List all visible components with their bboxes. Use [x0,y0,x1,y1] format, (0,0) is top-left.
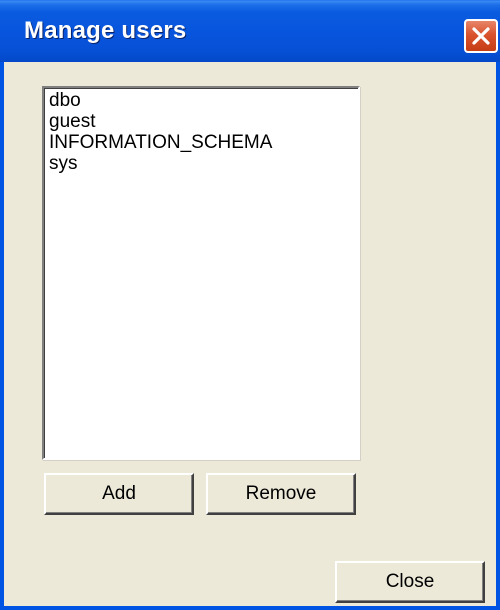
list-item-information-schema[interactable]: INFORMATION_SCHEMA [47,132,355,153]
list-item-guest[interactable]: guest [47,111,355,132]
list-item-dbo[interactable]: dbo [47,90,355,111]
close-icon [472,27,490,45]
remove-button[interactable]: Remove [206,473,356,515]
title-bar[interactable]: Manage users [0,0,500,62]
users-listbox[interactable]: dbo guest INFORMATION_SCHEMA sys [42,86,360,460]
close-button[interactable]: Close [335,561,485,603]
list-item-sys[interactable]: sys [47,153,355,174]
add-button[interactable]: Add [44,473,194,515]
manage-users-dialog: Manage users dbo guest INFORMATION_SCHEM… [0,0,500,610]
title-close-button[interactable] [464,19,498,53]
dialog-title: Manage users [24,17,187,44]
